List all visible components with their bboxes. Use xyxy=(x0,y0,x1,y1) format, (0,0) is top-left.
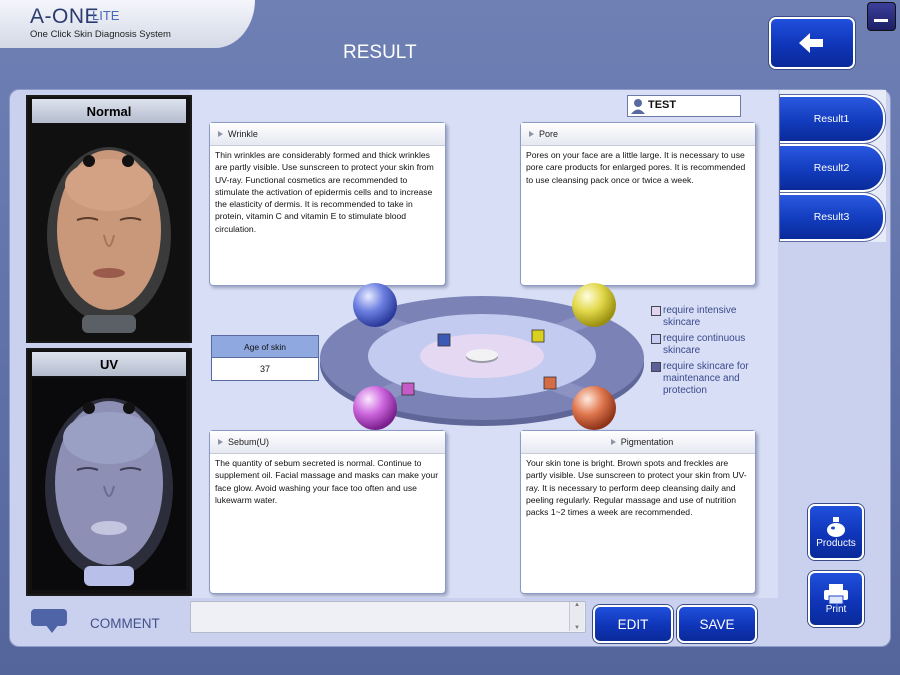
pigmentation-title: Pigmentation xyxy=(620,437,674,447)
uv-photo-frame: UV xyxy=(26,348,192,596)
pigmentation-card-header: Pigmentation xyxy=(521,431,755,454)
triangle-right-icon xyxy=(218,131,223,137)
legend-swatch xyxy=(651,334,661,344)
uv-photo-label: UV xyxy=(32,352,186,376)
bottle-icon xyxy=(827,516,845,537)
pore-card: Pore Pores on your face are a little lar… xyxy=(520,122,756,286)
app-edition: LITE xyxy=(92,8,120,23)
comment-scrollbar[interactable]: ▲ ▼ xyxy=(569,602,584,631)
triangle-right-icon xyxy=(529,131,534,137)
pigmentation-text: Your skin tone is bright. Brown spots an… xyxy=(526,458,747,518)
minimize-button[interactable] xyxy=(867,2,896,31)
tab-result2[interactable]: Result2 xyxy=(780,144,885,192)
sebum-card: Sebum(U) The quantity of sebum secreted … xyxy=(209,430,446,594)
tab-result3[interactable]: Result3 xyxy=(780,193,885,241)
arrow-left-icon xyxy=(799,33,823,53)
legend-text: require intensive skincare xyxy=(663,305,737,328)
pigmentation-card: Pigmentation Your skin tone is bright. B… xyxy=(520,430,756,594)
pore-card-header: Pore xyxy=(521,123,755,146)
back-button[interactable] xyxy=(769,17,855,69)
scroll-down-icon[interactable]: ▼ xyxy=(574,625,580,631)
sebum-card-header: Sebum(U) xyxy=(210,431,445,454)
comment-input[interactable] xyxy=(190,601,586,633)
pore-sphere xyxy=(572,283,616,327)
skin-diagram xyxy=(320,283,644,430)
legend-text: require skincare for maintenance and pro… xyxy=(663,361,749,396)
sebum-sphere xyxy=(353,386,397,430)
wrinkle-card-header: Wrinkle xyxy=(210,123,445,146)
products-button[interactable]: Products xyxy=(808,504,864,560)
triangle-right-icon xyxy=(610,439,616,445)
pore-title: Pore xyxy=(539,129,559,139)
print-label: Print xyxy=(825,603,847,615)
legend-item: require intensive skincare xyxy=(651,305,776,329)
speech-bubble-tail xyxy=(45,624,59,633)
age-of-skin-label: Age of skin xyxy=(212,336,318,358)
normal-face-image xyxy=(32,125,186,337)
wrinkle-text: Thin wrinkles are considerably formed an… xyxy=(215,150,434,234)
wrinkle-title: Wrinkle xyxy=(228,129,258,139)
disc-center xyxy=(466,349,498,361)
minimize-icon xyxy=(874,19,888,22)
scroll-up-icon[interactable]: ▲ xyxy=(574,602,580,608)
wrinkle-sphere xyxy=(353,283,397,327)
legend-swatch xyxy=(651,362,661,372)
wrinkle-marker xyxy=(437,333,451,347)
comment-label: COMMENT xyxy=(90,616,160,631)
legend-swatch xyxy=(651,306,661,316)
pore-text: Pores on your face are a little large. I… xyxy=(526,150,746,185)
edit-button[interactable]: EDIT xyxy=(593,605,673,643)
printer-icon xyxy=(824,583,848,604)
normal-photo-frame: Normal xyxy=(26,95,192,343)
print-button[interactable]: Print xyxy=(808,571,864,627)
sebum-text: The quantity of sebum secreted is normal… xyxy=(215,458,439,505)
pore-marker xyxy=(531,329,545,343)
legend-item: require skincare for maintenance and pro… xyxy=(651,361,776,397)
age-of-skin-box: Age of skin 37 xyxy=(211,335,319,381)
uv-face-image xyxy=(32,378,186,590)
wrinkle-card: Wrinkle Thin wrinkles are considerably f… xyxy=(209,122,446,286)
sebum-title: Sebum(U) xyxy=(228,437,270,447)
user-box: TEST xyxy=(627,95,741,117)
pigmentation-marker xyxy=(543,376,557,390)
age-of-skin-value: 37 xyxy=(259,364,270,374)
pigmentation-sphere xyxy=(572,386,616,430)
legend-text: require continuous skincare xyxy=(663,333,746,356)
products-label: Products xyxy=(816,537,856,549)
triangle-right-icon xyxy=(218,439,223,445)
normal-photo-label: Normal xyxy=(32,99,186,123)
sebum-marker xyxy=(401,382,415,396)
save-button[interactable]: SAVE xyxy=(677,605,757,643)
app-name: A-ONE xyxy=(30,5,100,28)
user-name: TEST xyxy=(648,99,677,111)
app-subtitle: One Click Skin Diagnosis System xyxy=(30,29,171,40)
page-title: RESULT xyxy=(343,42,417,63)
legend-item: require continuous skincare xyxy=(651,333,776,357)
user-icon xyxy=(631,99,645,114)
tab-result1[interactable]: Result1 xyxy=(780,95,885,143)
